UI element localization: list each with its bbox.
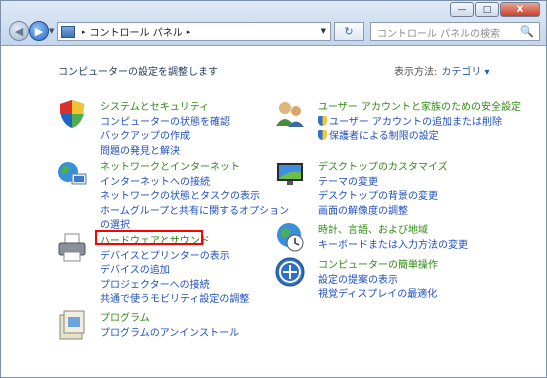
ease-of-access-icon[interactable] (274, 256, 306, 288)
address-bar[interactable]: ▸ コントロール パネル ▸ ▼ (57, 22, 331, 41)
breadcrumb-control-panel[interactable]: コントロール パネル (90, 24, 183, 39)
category-title[interactable]: ユーザー アカウントと家族のための安全設定 (318, 98, 521, 113)
link-change-theme[interactable]: テーマの変更 (318, 173, 378, 188)
link-optimize-display[interactable]: 視覚ディスプレイの最適化 (318, 285, 437, 300)
uac-shield-icon (318, 116, 327, 126)
window-controls: — □ X (450, 2, 540, 17)
link-homegroup-options[interactable]: ホームグループと共有に関するオプション (100, 202, 289, 217)
link-add-remove-accounts[interactable]: ユーザー アカウントの追加または削除 (318, 113, 502, 128)
link-adjust-resolution[interactable]: 画面の解像度の調整 (318, 202, 408, 217)
address-dropdown-icon[interactable]: ▼ (321, 27, 326, 35)
link-backup[interactable]: バックアップの作成 (100, 127, 190, 142)
network-icon[interactable] (56, 158, 88, 190)
link-uninstall-program[interactable]: プログラムのアンインストール (100, 324, 239, 339)
link-add-device[interactable]: デバイスの追加 (100, 261, 170, 276)
globe-clock-icon[interactable] (274, 221, 306, 253)
breadcrumb-separator-icon[interactable]: ▸ (82, 28, 86, 36)
link-troubleshoot[interactable]: 問題の発見と解決 (100, 142, 180, 157)
category-title[interactable]: デスクトップのカスタマイズ (318, 158, 448, 173)
programs-icon[interactable] (56, 309, 88, 341)
link-change-background[interactable]: デスクトップの背景の変更 (318, 187, 438, 202)
category-title[interactable]: システムとセキュリティ (100, 98, 209, 113)
breadcrumb-separator-icon[interactable]: ▸ (187, 28, 191, 36)
link-suggested-settings[interactable]: 設定の提案の表示 (318, 271, 398, 286)
category-title[interactable]: 時計、言語、および地域 (318, 221, 428, 236)
link-parental-controls[interactable]: 保護者による制限の設定 (318, 127, 439, 142)
link-network-status[interactable]: ネットワークの状態とタスクの表示 (100, 187, 260, 202)
forward-button[interactable]: ▶ (29, 21, 49, 41)
shield-icon[interactable] (56, 98, 88, 130)
link-text: 保護者による制限の設定 (329, 131, 439, 142)
link-mobility-settings[interactable]: 共通で使うモビリティ設定の調整 (100, 290, 249, 305)
refresh-button[interactable]: ↻ (334, 22, 364, 41)
view-by: 表示方法: カテゴリ ▾ (394, 63, 490, 78)
close-button[interactable]: X (500, 2, 540, 17)
back-button[interactable]: ◀ (9, 21, 29, 41)
highlight-box (95, 230, 203, 245)
link-homegroup-options-cont[interactable]: の選択 (100, 216, 130, 231)
control-panel-icon (61, 25, 75, 38)
category-title[interactable]: コンピューターの簡単操作 (318, 256, 438, 271)
link-connect-internet[interactable]: インターネットへの接続 (100, 173, 210, 188)
title-bar: — □ X ◀ ▶ ▼ ▸ コントロール パネル ▸ ▼ ↻ コントロール パネ… (1, 1, 546, 46)
link-check-status[interactable]: コンピューターの状態を確認 (100, 113, 230, 128)
printer-icon[interactable] (56, 232, 88, 264)
search-icon[interactable]: 🔍 (520, 25, 534, 38)
link-devices-printers[interactable]: デバイスとプリンターの表示 (100, 247, 230, 262)
maximize-button[interactable]: □ (475, 2, 499, 17)
main-content: コンピューターの設定を調整します 表示方法: カテゴリ ▾ システムとセキュリティ… (1, 46, 546, 377)
category-title[interactable]: プログラム (100, 309, 150, 324)
search-input[interactable]: コントロール パネルの検索 🔍 (370, 22, 540, 41)
control-panel-window: — □ X ◀ ▶ ▼ ▸ コントロール パネル ▸ ▼ ↻ コントロール パネ… (0, 0, 547, 378)
monitor-icon[interactable] (274, 158, 306, 190)
users-icon[interactable] (274, 98, 306, 130)
page-heading: コンピューターの設定を調整します (58, 67, 218, 78)
uac-shield-icon (318, 130, 327, 140)
category-title[interactable]: ネットワークとインターネット (100, 158, 240, 173)
link-connect-projector[interactable]: プロジェクターへの接続 (100, 276, 210, 291)
view-by-label: 表示方法: (394, 67, 438, 78)
search-placeholder: コントロール パネルの検索 (377, 29, 501, 40)
minimize-button[interactable]: — (450, 2, 474, 17)
view-by-dropdown[interactable]: カテゴリ ▾ (441, 67, 489, 78)
link-change-keyboard[interactable]: キーボードまたは入力方法の変更 (318, 236, 468, 251)
recent-pages-dropdown-icon[interactable]: ▼ (49, 27, 54, 35)
